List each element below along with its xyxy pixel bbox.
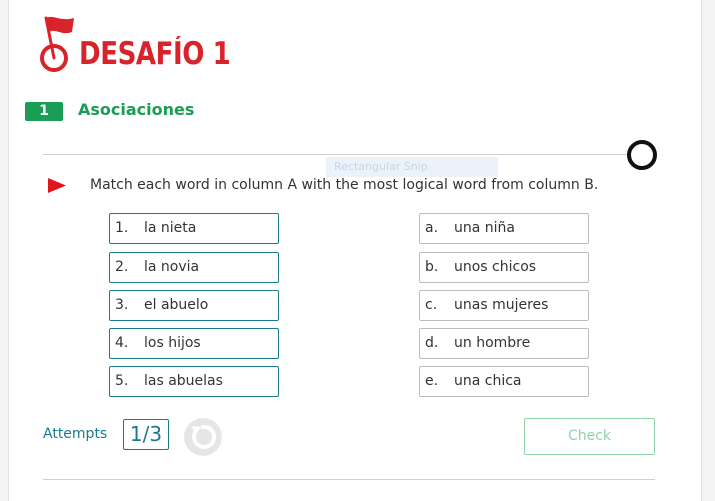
- item-text: la novia: [144, 259, 200, 275]
- attempts-counter: 1/3: [123, 419, 169, 450]
- item-text: una chica: [454, 373, 522, 389]
- item-text: los hijos: [144, 335, 201, 351]
- play-icon: [48, 178, 66, 193]
- item-text: unas mujeres: [454, 297, 549, 313]
- column-b-item-a[interactable]: a. una niña: [419, 213, 589, 244]
- flag-icon: [40, 16, 74, 72]
- column-b-item-c[interactable]: c. unas mujeres: [419, 290, 589, 321]
- ring-icon[interactable]: [627, 140, 657, 170]
- item-label: e.: [425, 373, 439, 389]
- item-label: a.: [425, 220, 439, 236]
- item-label: 2.: [115, 259, 129, 275]
- bottom-divider: [43, 479, 655, 480]
- column-a-item-1[interactable]: 1. la nieta: [109, 213, 279, 244]
- section-title: Asociaciones: [78, 100, 195, 119]
- column-b-item-d[interactable]: d. un hombre: [419, 328, 589, 359]
- item-text: un hombre: [454, 335, 531, 351]
- item-text: una niña: [454, 220, 515, 236]
- item-label: c.: [425, 297, 438, 313]
- column-a-item-2[interactable]: 2. la novia: [109, 252, 279, 283]
- item-text: el abuelo: [144, 297, 209, 313]
- item-label: 3.: [115, 297, 129, 313]
- item-label: 5.: [115, 373, 129, 389]
- item-label: d.: [425, 335, 439, 351]
- attempts-label: Attempts: [43, 426, 108, 442]
- column-a-item-3[interactable]: 3. el abuelo: [109, 290, 279, 321]
- item-label: 1.: [115, 220, 129, 236]
- column-b-item-e[interactable]: e. una chica: [419, 366, 589, 397]
- section-number-badge: 1: [25, 102, 63, 121]
- rectangular-snip-overlay: Rectangular Snip: [326, 157, 498, 177]
- top-divider: [43, 154, 655, 155]
- column-a-item-5[interactable]: 5. las abuelas: [109, 366, 279, 397]
- instruction-text: Match each word in column A with the mos…: [90, 177, 599, 193]
- item-label: b.: [425, 259, 439, 275]
- item-text: la nieta: [144, 220, 197, 236]
- column-a-item-4[interactable]: 4. los hijos: [109, 328, 279, 359]
- page-title: DESAFÍO 1: [79, 36, 231, 72]
- check-button[interactable]: Check: [524, 418, 655, 455]
- retry-icon[interactable]: [183, 417, 223, 457]
- item-text: las abuelas: [144, 373, 223, 389]
- item-label: 4.: [115, 335, 129, 351]
- column-b-item-b[interactable]: b. unos chicos: [419, 252, 589, 283]
- item-text: unos chicos: [454, 259, 537, 275]
